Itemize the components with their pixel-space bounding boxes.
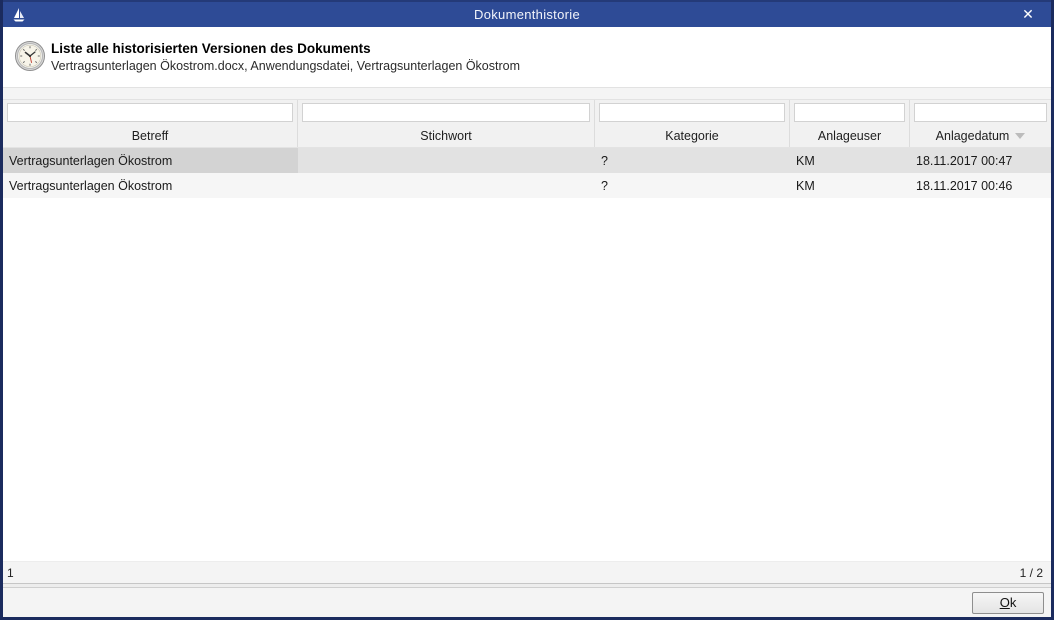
filter-input-anlageuser[interactable] xyxy=(794,103,905,122)
dialog-window: Dokumenthistorie ✕ xyxy=(0,0,1054,620)
window-title: Dokumenthistorie xyxy=(3,7,1051,22)
filter-input-stichwort[interactable] xyxy=(302,103,590,122)
sort-descending-icon xyxy=(1015,133,1025,139)
close-icon[interactable]: ✕ xyxy=(1015,2,1041,27)
history-table: Betreff Stichwort Kategorie Anlageuser A… xyxy=(3,100,1051,561)
column-header-anlageuser[interactable]: Anlageuser xyxy=(790,100,910,147)
clock-history-icon xyxy=(14,40,46,75)
row-position-indicator: 1 / 2 xyxy=(1020,566,1043,580)
column-header-anlagedatum[interactable]: Anlagedatum xyxy=(910,100,1051,147)
column-header-betreff[interactable]: Betreff xyxy=(3,100,298,147)
column-label: Anlageuser xyxy=(818,129,881,143)
column-header-kategorie[interactable]: Kategorie xyxy=(595,100,790,147)
dialog-header: Liste alle historisierten Versionen des … xyxy=(3,27,1051,87)
cell-betreff[interactable]: Vertragsunterlagen Ökostrom xyxy=(3,148,298,173)
ok-button[interactable]: Ok xyxy=(972,592,1044,614)
cell-stichwort[interactable] xyxy=(298,173,595,198)
table-body: Vertragsunterlagen Ökostrom ? KM 18.11.2… xyxy=(3,148,1051,561)
table-row[interactable]: Vertragsunterlagen Ökostrom ? KM 18.11.2… xyxy=(3,173,1051,198)
cell-kategorie[interactable]: ? xyxy=(595,148,790,173)
cell-anlageuser[interactable]: KM xyxy=(790,173,910,198)
cell-anlagedatum[interactable]: 18.11.2017 00:46 xyxy=(910,173,1051,198)
column-label: Stichwort xyxy=(420,129,471,143)
dialog-footer: Ok xyxy=(3,588,1051,617)
cell-kategorie[interactable]: ? xyxy=(595,173,790,198)
cell-betreff[interactable]: Vertragsunterlagen Ökostrom xyxy=(3,173,298,198)
table-row[interactable]: Vertragsunterlagen Ökostrom ? KM 18.11.2… xyxy=(3,148,1051,173)
header-separator xyxy=(3,87,1051,100)
filter-input-betreff[interactable] xyxy=(7,103,293,122)
table-header: Betreff Stichwort Kategorie Anlageuser A… xyxy=(3,100,1051,148)
cell-stichwort[interactable] xyxy=(298,148,595,173)
title-bar[interactable]: Dokumenthistorie ✕ xyxy=(3,0,1051,27)
column-label: Kategorie xyxy=(665,129,719,143)
column-label: Anlagedatum xyxy=(936,129,1010,143)
filter-input-kategorie[interactable] xyxy=(599,103,785,122)
page-title: Liste alle historisierten Versionen des … xyxy=(51,41,520,56)
selected-row-count: 1 xyxy=(7,566,14,580)
column-header-stichwort[interactable]: Stichwort xyxy=(298,100,595,147)
column-label: Betreff xyxy=(132,129,169,143)
cell-anlageuser[interactable]: KM xyxy=(790,148,910,173)
table-empty-area xyxy=(3,198,1051,561)
page-subtitle: Vertragsunterlagen Ökostrom.docx, Anwend… xyxy=(51,59,520,73)
status-bar: 1 1 / 2 xyxy=(3,561,1051,584)
cell-anlagedatum[interactable]: 18.11.2017 00:47 xyxy=(910,148,1051,173)
filter-input-anlagedatum[interactable] xyxy=(914,103,1047,122)
